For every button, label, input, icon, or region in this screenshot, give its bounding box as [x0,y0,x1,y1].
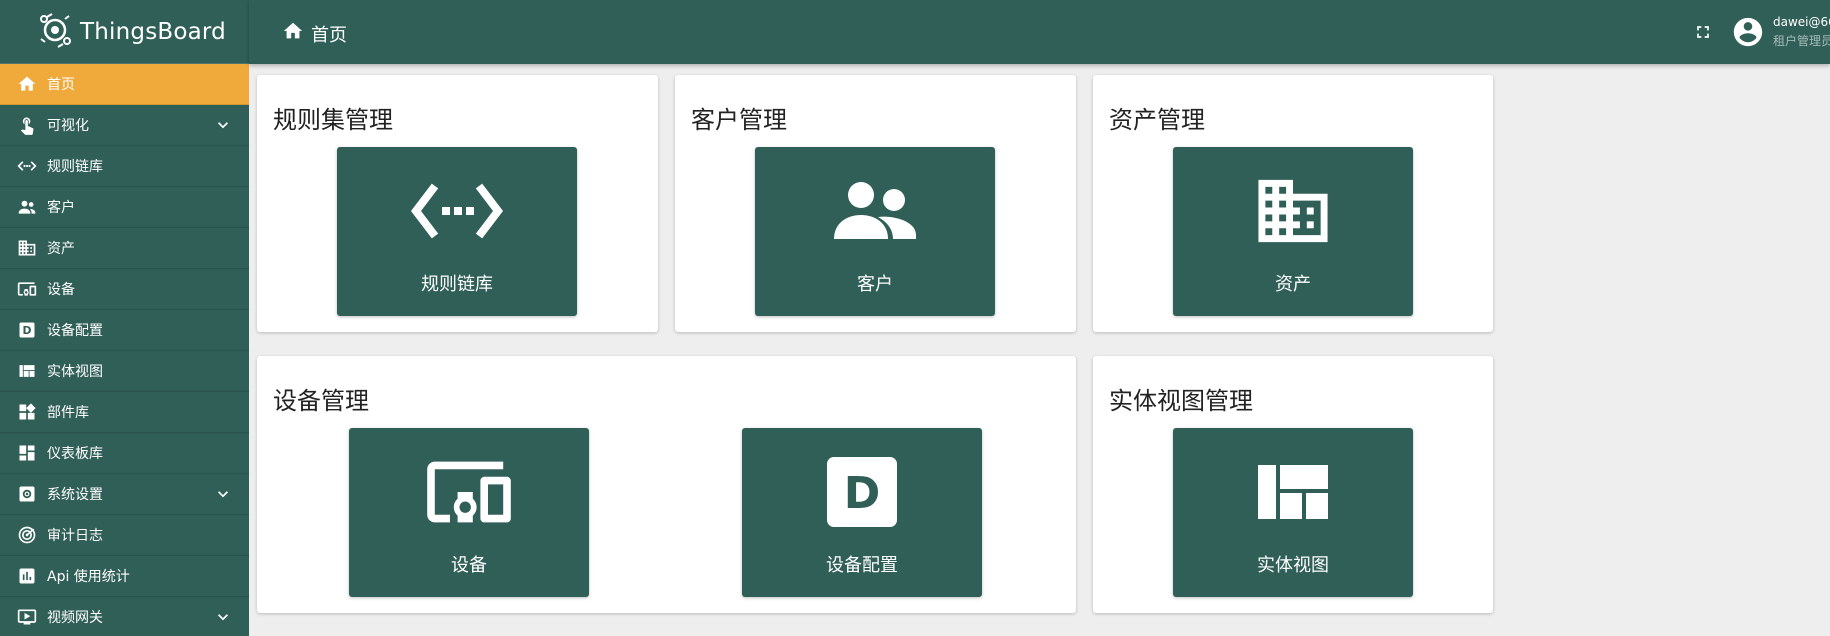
chart-icon [15,564,39,588]
breadcrumb-label: 首页 [311,24,347,46]
logo[interactable]: ThingsBoard [0,0,249,64]
user-name: dawei@66 [1773,15,1830,29]
tile-assets[interactable]: 资产 [1173,147,1413,316]
account-circle-icon [1731,17,1765,53]
card-customer-management: 客户管理 客户 [675,75,1076,332]
card-title: 设备管理 [273,387,369,415]
card-title: 客户管理 [691,106,787,134]
card-device-management: 设备管理 设备 D 设备配置 [257,356,1076,613]
thingsboard-logo-icon [36,11,74,53]
touch-icon [15,113,39,137]
people-icon [15,195,39,219]
home-icon [15,72,39,96]
user-role: 租户管理员 [1773,34,1830,48]
sidebar-item-label: 实体视图 [47,364,103,380]
logo-text: ThingsBoard [80,18,226,45]
sidebar-item-label: 客户 [47,200,75,216]
tile-device-profiles[interactable]: D 设备配置 [742,428,982,597]
card-rule-chain-management: 规则集管理 规则链库 [257,75,658,332]
sidebar-item-label: Api 使用统计 [47,569,130,585]
card-entity-view-management: 实体视图管理 实体视图 [1093,356,1493,613]
sidebar-item-assets[interactable]: 资产 [0,228,249,269]
card-asset-management: 资产管理 资产 [1093,75,1493,332]
chevron-down-icon [213,484,233,508]
sidebar-item-label: 视频网关 [47,610,103,626]
tile-entity-views[interactable]: 实体视图 [1173,428,1413,597]
sidebar-item-label: 可视化 [47,118,89,134]
tile-label: 实体视图 [1257,555,1329,576]
sidebar-item-device-profiles[interactable]: D 设备配置 [0,310,249,351]
code-dots-icon [15,154,39,178]
tile-label: 客户 [857,274,893,295]
sidebar-item-label: 设备 [47,282,75,298]
card-title: 规则集管理 [273,106,393,134]
user-menu-button[interactable] [1731,15,1765,53]
card-title: 实体视图管理 [1109,387,1253,415]
top-toolbar: 首页 dawei@66 租户管理员 [249,0,1830,64]
chevron-down-icon [213,115,233,139]
sidebar-item-entity-views[interactable]: 实体视图 [0,351,249,392]
sidebar-item-label: 系统设置 [47,487,103,503]
device-profile-icon: D [742,448,982,536]
breadcrumb[interactable]: 首页 [282,20,347,47]
video-icon [15,605,39,629]
sidebar-item-visualization[interactable]: 可视化 [0,105,249,146]
tile-label: 设备 [451,555,487,576]
entity-view-icon [15,359,39,383]
tile-label: 资产 [1275,274,1311,295]
chevron-down-icon [213,607,233,631]
sidebar-item-home[interactable]: 首页 [0,64,249,105]
code-dots-icon [337,167,577,255]
sidebar-item-video-gateway[interactable]: 视频网关 [0,597,249,636]
sidebar-item-label: 仪表板库 [47,446,103,462]
sidebar-item-widgets[interactable]: 部件库 [0,392,249,433]
sidebar-item-rule-chains[interactable]: 规则链库 [0,146,249,187]
tile-rule-chains[interactable]: 规则链库 [337,147,577,316]
sidebar-item-label: 设备配置 [47,323,103,339]
svg-text:D: D [844,468,881,519]
sidebar-item-label: 首页 [47,77,75,93]
tile-label: 设备配置 [826,555,898,576]
sidebar-item-system-settings[interactable]: 系统设置 [0,474,249,515]
settings-icon [15,482,39,506]
devices-icon [349,448,589,536]
audit-icon [15,523,39,547]
devices-icon [15,277,39,301]
sidebar-item-api-usage[interactable]: Api 使用统计 [0,556,249,597]
fullscreen-icon [1693,26,1713,46]
sidebar-item-label: 规则链库 [47,159,103,175]
tile-devices[interactable]: 设备 [349,428,589,597]
building-icon [1173,167,1413,255]
sidebar-item-customers[interactable]: 客户 [0,187,249,228]
building-icon [15,236,39,260]
entity-view-icon [1173,448,1413,536]
tile-label: 规则链库 [421,274,493,295]
sidebar-item-devices[interactable]: 设备 [0,269,249,310]
fullscreen-button[interactable] [1693,22,1713,46]
sidebar: ThingsBoard 首页 可视化 规则链库 客户 资产 设备 D 设备配置 … [0,0,249,636]
tile-customers[interactable]: 客户 [755,147,995,316]
sidebar-item-label: 资产 [47,241,75,257]
card-title: 资产管理 [1109,106,1205,134]
device-profile-icon: D [15,318,39,342]
sidebar-item-dashboards[interactable]: 仪表板库 [0,433,249,474]
sidebar-item-audit-logs[interactable]: 审计日志 [0,515,249,556]
sidebar-item-label: 审计日志 [47,528,103,544]
widgets-icon [15,400,39,424]
home-icon [282,20,311,47]
people-icon [755,167,995,255]
sidebar-item-label: 部件库 [47,405,89,421]
dashboard-icon [15,441,39,465]
svg-text:D: D [23,324,32,337]
